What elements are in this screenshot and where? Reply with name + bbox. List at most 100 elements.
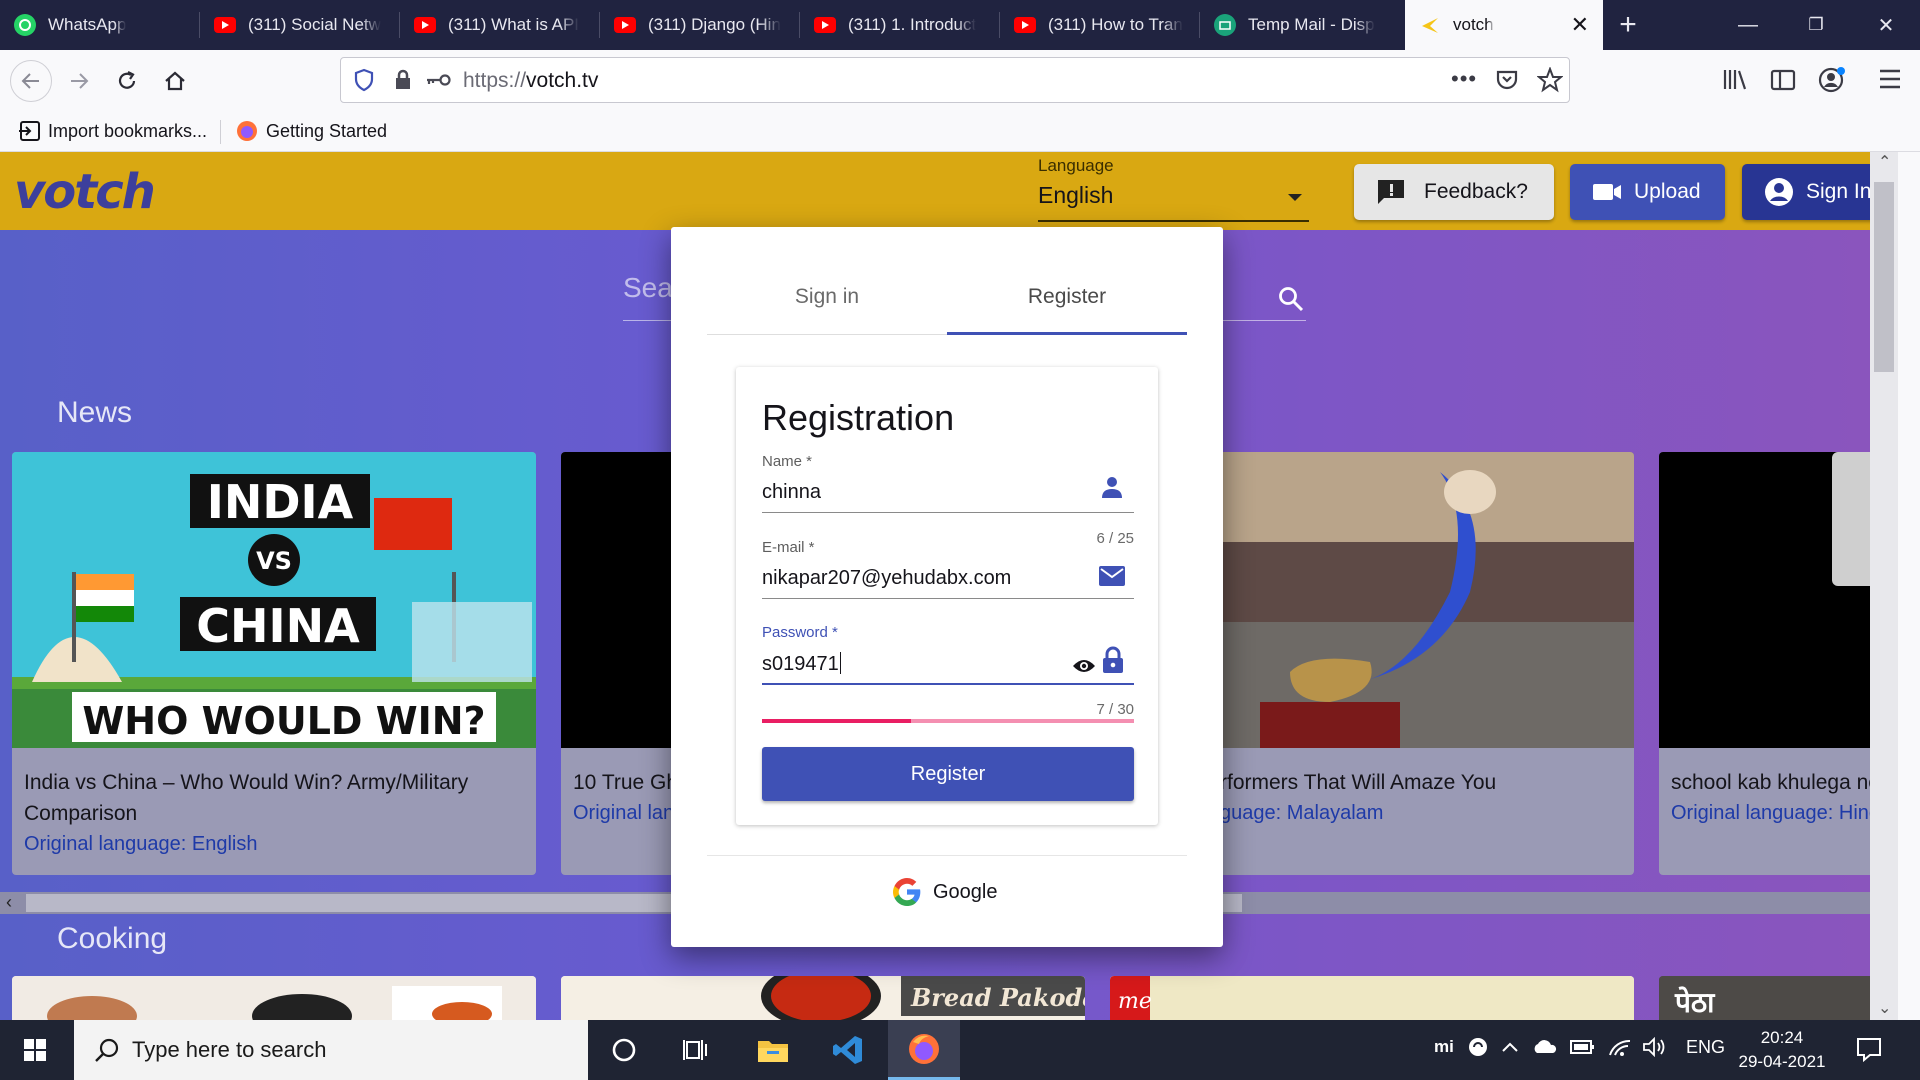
search-input[interactable]: Sea bbox=[623, 272, 673, 304]
password-field[interactable]: s019471 bbox=[762, 652, 841, 676]
eye-icon[interactable] bbox=[1072, 657, 1096, 680]
vscode-icon[interactable] bbox=[822, 1020, 874, 1080]
import-bookmarks-link[interactable]: Import bookmarks... bbox=[18, 120, 207, 142]
video-thumbnail bbox=[12, 976, 536, 1020]
video-thumbnail[interactable]: INDIA VS CHINA WHO WOULD WIN? bbox=[12, 452, 536, 748]
pocket-icon[interactable] bbox=[1495, 68, 1519, 97]
getting-started-link[interactable]: Getting Started bbox=[236, 120, 387, 142]
library-icon[interactable] bbox=[1722, 67, 1748, 98]
lock-icon[interactable] bbox=[393, 68, 413, 97]
thumb-text-petha: पेठा bbox=[1674, 986, 1716, 1019]
video-card-text[interactable]: rformers That Will Amaze You guage: Mala… bbox=[1220, 767, 1634, 829]
scrollbar-thumb[interactable] bbox=[1874, 182, 1894, 372]
sidebar-icon[interactable] bbox=[1770, 67, 1796, 98]
task-view-icon[interactable] bbox=[672, 1020, 720, 1080]
video-thumbnail: me bbox=[1110, 976, 1634, 1020]
navigation-toolbar: https://votch.tv ••• bbox=[0, 50, 1920, 112]
battery-icon[interactable] bbox=[1570, 1037, 1596, 1062]
tab-youtube-4[interactable]: (311) 1. Introduct bbox=[800, 0, 1000, 50]
clock[interactable]: 20:24 29-04-2021 bbox=[1732, 1026, 1832, 1074]
back-button[interactable] bbox=[10, 60, 52, 102]
sign-in-button[interactable]: Sign In bbox=[1742, 164, 1870, 220]
taskbar-search-box[interactable]: Type here to search bbox=[74, 1020, 588, 1080]
registration-card: Registration Name * chinna 6 / 25 E-mail… bbox=[736, 367, 1158, 825]
scroll-down-icon[interactable]: ⌄ bbox=[1878, 998, 1891, 1018]
video-card[interactable]: पेठा bbox=[1659, 976, 1870, 1020]
getting-started-label: Getting Started bbox=[266, 120, 388, 141]
forward-button[interactable] bbox=[58, 60, 100, 102]
section-title-cooking: Cooking bbox=[57, 922, 168, 955]
video-camera-icon bbox=[1593, 184, 1621, 200]
cortana-icon[interactable] bbox=[600, 1020, 648, 1080]
youtube-icon bbox=[1014, 17, 1036, 33]
url-text[interactable]: https://votch.tv bbox=[463, 69, 598, 93]
vertical-scrollbar[interactable]: ⌃ ⌄ bbox=[1870, 152, 1898, 1020]
video-title: school kab khulega ne 2020, school kab s… bbox=[1671, 771, 1870, 794]
mail-icon bbox=[1098, 565, 1126, 592]
tab-sign-in[interactable]: Sign in bbox=[707, 285, 947, 309]
wifi-icon[interactable] bbox=[1608, 1037, 1632, 1062]
tab-label: (311) What is API bbox=[448, 15, 580, 34]
votch-logo[interactable]: votch bbox=[14, 164, 156, 220]
video-card[interactable] bbox=[12, 976, 536, 1020]
bookmark-star-icon[interactable] bbox=[1536, 66, 1564, 98]
upload-button[interactable]: Upload bbox=[1570, 164, 1725, 220]
minimize-button[interactable]: — bbox=[1714, 0, 1782, 50]
video-card[interactable]: me bbox=[1110, 976, 1634, 1020]
home-button[interactable] bbox=[154, 60, 196, 102]
scroll-left-icon[interactable]: ‹ bbox=[6, 892, 12, 913]
tab-tempmail[interactable]: Temp Mail - Disp bbox=[1200, 0, 1405, 50]
video-card[interactable]: Bread Pakoda bbox=[561, 976, 1085, 1020]
close-tab-icon[interactable]: ✕ bbox=[1571, 12, 1589, 38]
tab-youtube-2[interactable]: (311) What is API bbox=[400, 0, 600, 50]
restore-button[interactable]: ❐ bbox=[1782, 0, 1850, 50]
tab-label: (311) Social Netw bbox=[248, 15, 381, 34]
video-title: India vs China – Who Would Win? Army/Mil… bbox=[24, 771, 469, 825]
volume-icon[interactable] bbox=[1642, 1036, 1668, 1062]
account-circle-icon bbox=[1765, 178, 1793, 206]
search-icon[interactable] bbox=[1278, 286, 1304, 317]
chevron-down-icon[interactable] bbox=[1288, 194, 1302, 201]
scroll-up-icon[interactable]: ⌃ bbox=[1878, 152, 1891, 172]
tab-whatsapp[interactable]: WhatsApp bbox=[0, 0, 200, 50]
sync-icon[interactable] bbox=[1468, 1037, 1488, 1062]
account-icon[interactable] bbox=[1818, 66, 1846, 99]
tab-youtube-1[interactable]: (311) Social Netw bbox=[200, 0, 400, 50]
thumb-text-vs: VS bbox=[256, 547, 292, 575]
close-window-button[interactable]: ✕ bbox=[1852, 0, 1920, 50]
tab-youtube-3[interactable]: (311) Django (Hin bbox=[600, 0, 800, 50]
register-button[interactable]: Register bbox=[762, 747, 1134, 801]
key-icon[interactable] bbox=[425, 72, 451, 93]
reload-button[interactable] bbox=[106, 60, 148, 102]
shield-icon[interactable] bbox=[353, 68, 375, 97]
onedrive-icon[interactable] bbox=[1532, 1037, 1558, 1062]
video-card-text[interactable]: school kab khulega ne 2020, school kab s… bbox=[1671, 767, 1870, 829]
url-bar[interactable]: https://votch.tv ••• bbox=[340, 57, 1570, 103]
home-icon bbox=[165, 71, 185, 91]
name-char-count: 6 / 25 bbox=[1096, 530, 1134, 547]
name-field[interactable]: chinna bbox=[762, 481, 821, 504]
firefox-taskbar-icon[interactable] bbox=[888, 1020, 960, 1080]
menu-icon[interactable] bbox=[1878, 68, 1902, 95]
mi-icon[interactable]: mi bbox=[1434, 1037, 1454, 1057]
tab-label: (311) Django (Hin bbox=[648, 15, 781, 34]
google-sign-in-button[interactable]: Google bbox=[891, 867, 998, 917]
tab-votch[interactable]: votch ✕ bbox=[1405, 0, 1603, 50]
file-explorer-icon[interactable] bbox=[748, 1020, 798, 1080]
video-card-text[interactable]: India vs China – Who Would Win? Army/Mil… bbox=[24, 767, 524, 860]
page-actions-icon[interactable]: ••• bbox=[1451, 66, 1477, 92]
chevron-up-icon[interactable] bbox=[1500, 1037, 1520, 1062]
video-card[interactable]: INDIA VS CHINA WHO WOULD WIN? India vs C… bbox=[12, 452, 536, 875]
notification-icon[interactable] bbox=[1856, 1036, 1882, 1067]
email-field[interactable]: nikapar207@yehudabx.com bbox=[762, 567, 1011, 590]
clock-time: 20:24 bbox=[1760, 1028, 1804, 1047]
input-language[interactable]: ENG bbox=[1686, 1037, 1725, 1058]
new-tab-button[interactable]: + bbox=[1600, 0, 1656, 50]
feedback-button[interactable]: Feedback? bbox=[1354, 164, 1554, 220]
carousel-next-button[interactable] bbox=[1832, 452, 1870, 586]
tab-register[interactable]: Register bbox=[947, 285, 1187, 309]
tab-label: (311) How to Tran bbox=[1048, 15, 1183, 34]
language-select[interactable]: English bbox=[1038, 182, 1113, 209]
tab-youtube-5[interactable]: (311) How to Tran bbox=[1000, 0, 1200, 50]
windows-start-icon[interactable] bbox=[0, 1020, 70, 1080]
